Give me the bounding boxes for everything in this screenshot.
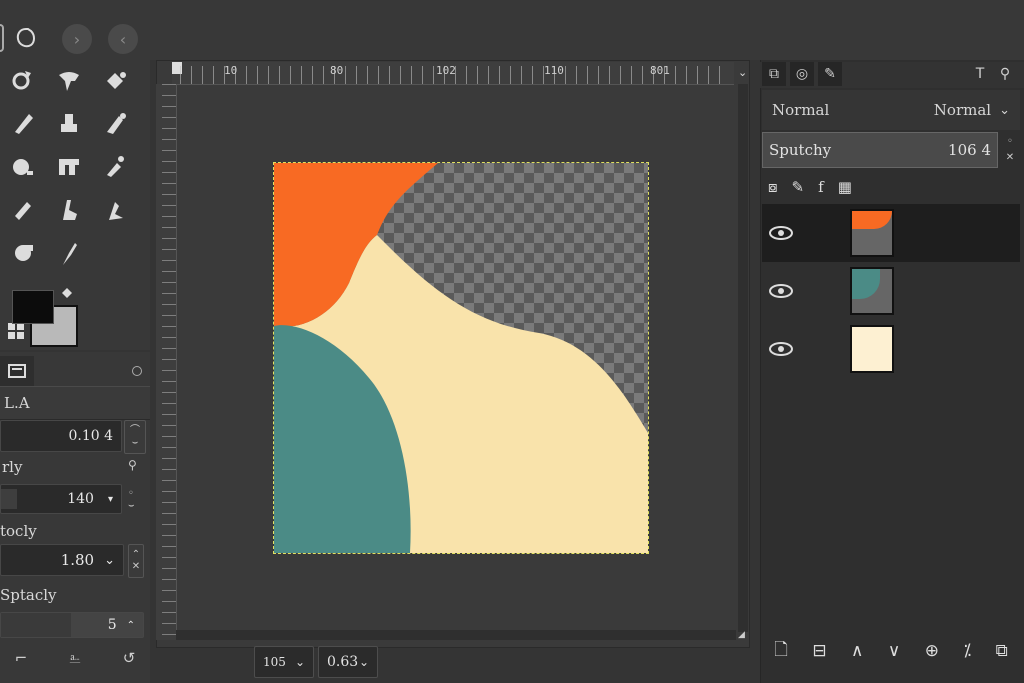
layer-row-cream[interactable]: [762, 320, 1020, 378]
option-field-3[interactable]: 1.80 ⌄: [0, 544, 124, 576]
paint-select-icon[interactable]: [52, 64, 86, 98]
artwork: [274, 163, 648, 553]
brush-icon[interactable]: [52, 236, 86, 270]
lock-position-icon[interactable]: f: [818, 178, 824, 196]
option-slider-4[interactable]: 5 ⌃: [0, 612, 144, 638]
heal-icon[interactable]: [52, 193, 86, 227]
layers-bottom-bar: 🗋 ⊟ ∧ ∨ ⊕ ⁒ ⧉: [762, 636, 1020, 666]
restore-preset-icon[interactable]: ⎁: [64, 648, 86, 668]
layer-group-icon[interactable]: ⊟: [812, 641, 826, 661]
option-label-3: tocly: [0, 522, 37, 540]
dock-menu-icon[interactable]: ⚲: [994, 62, 1016, 86]
delete-layer-icon[interactable]: ⧉: [996, 641, 1008, 661]
text-tab-icon[interactable]: T: [970, 62, 990, 86]
vertical-ruler[interactable]: [156, 84, 177, 640]
blend-icon[interactable]: [98, 193, 132, 227]
channels-tab-icon[interactable]: ◎: [790, 62, 814, 86]
save-preset-icon[interactable]: ⌐: [10, 648, 32, 668]
option-stepper-3[interactable]: ⌃ ✕: [128, 544, 144, 578]
zoom-select[interactable]: 0.63 ⌄: [318, 646, 378, 678]
option-stepper-1[interactable]: ⌒ ⌣: [124, 420, 146, 454]
layer-thumbnail: [850, 325, 894, 373]
ruler-mark-4: 110: [544, 64, 564, 77]
ruler-mark-1: 10: [224, 64, 238, 77]
clone-stamp-icon[interactable]: [52, 107, 86, 141]
opacity-label: Sputchy: [769, 141, 832, 159]
paths-tab-icon[interactable]: ✎: [818, 62, 842, 86]
transform-icon[interactable]: [52, 150, 86, 184]
back-button[interactable]: ‹: [108, 24, 138, 54]
visibility-eye-icon[interactable]: [766, 339, 796, 359]
option-value-3: 1.80: [60, 551, 95, 569]
top-bar: › ‹: [0, 0, 1024, 60]
lower-layer-icon[interactable]: ∨: [888, 641, 900, 661]
opacity-field[interactable]: Sputchy 106 4: [762, 132, 998, 168]
paint-bucket-icon[interactable]: [98, 64, 132, 98]
layer-thumbnail: [850, 267, 894, 315]
ruler-mark-2: 80: [330, 64, 344, 77]
mode-label: Normal: [772, 101, 830, 119]
lock-row: ⧇ ✎ f ▦: [762, 172, 1020, 202]
color-picker-icon[interactable]: [6, 236, 40, 270]
tool-options-title: L.A: [4, 394, 30, 412]
layers-tab-icon[interactable]: ⧉: [762, 62, 786, 86]
circle-tool-icon[interactable]: [14, 26, 38, 54]
opacity-value: 106 4: [948, 141, 991, 159]
vertical-scrollbar[interactable]: [738, 84, 748, 632]
mode-row[interactable]: Normal Normal ⌄: [762, 90, 1020, 130]
ruler-mark-3: 102: [436, 64, 456, 77]
tool-grid: [6, 64, 146, 270]
visibility-eye-icon[interactable]: [766, 223, 796, 243]
new-layer-icon[interactable]: 🗋: [774, 637, 788, 666]
option-field-1[interactable]: 0.10 4: [0, 420, 122, 452]
option-value-4: 5: [107, 617, 117, 633]
opacity-stepper[interactable]: ◦ ✕: [1002, 134, 1018, 168]
smudge-icon[interactable]: [6, 193, 40, 227]
navigate-icon[interactable]: ◢: [738, 630, 748, 640]
image-canvas[interactable]: [273, 162, 649, 554]
path-icon[interactable]: [98, 150, 132, 184]
visibility-eye-icon[interactable]: [766, 281, 796, 301]
raise-layer-icon[interactable]: ∧: [851, 641, 863, 661]
default-colors-icon[interactable]: [8, 323, 26, 341]
pencil-icon[interactable]: [6, 107, 40, 141]
panel-menu-icon[interactable]: [132, 366, 142, 376]
dock-tabs: ⧉ ◎ ✎ T ⚲: [760, 62, 1024, 88]
option-value-2: 140: [67, 491, 94, 507]
unit-select[interactable]: 105 ⌄: [254, 646, 314, 678]
zoom-value: 0.63: [327, 654, 359, 670]
panel-handle-icon[interactable]: [0, 24, 4, 52]
fuzzy-select-icon[interactable]: [6, 64, 40, 98]
layer-row-teal[interactable]: [762, 262, 1020, 320]
option-field-2[interactable]: 140 ▾: [0, 484, 122, 514]
layer-row-orange[interactable]: [762, 204, 1020, 262]
option-label-2: rly: [2, 458, 23, 476]
tool-options-bottom-bar: ⌐ ⎁ ↺: [10, 648, 140, 668]
option-label-4: Sptacly: [0, 586, 57, 604]
reset-options-icon[interactable]: ↺: [118, 648, 140, 668]
link-icon[interactable]: ⚲: [128, 458, 137, 472]
ruler-mark-5: 801: [650, 64, 670, 77]
merge-layer-icon[interactable]: ⁒: [963, 641, 971, 661]
ruler-menu-icon[interactable]: ⌄: [738, 66, 747, 79]
foreground-color-swatch[interactable]: [12, 290, 54, 324]
layer-thumbnail: [850, 209, 894, 257]
lock-alpha-icon[interactable]: ⧇: [768, 178, 778, 196]
forward-button[interactable]: ›: [62, 24, 92, 54]
dodge-burn-icon[interactable]: [6, 150, 40, 184]
lock-paint-icon[interactable]: ✎: [792, 178, 805, 196]
tool-options-tab[interactable]: [0, 356, 34, 386]
lock-all-icon[interactable]: ▦: [838, 178, 852, 196]
airbrush-icon[interactable]: [98, 107, 132, 141]
chevron-down-icon[interactable]: ⌄: [999, 103, 1010, 118]
unit-value: 105: [263, 655, 286, 669]
horizontal-scrollbar[interactable]: [176, 630, 736, 640]
anchor-layer-icon[interactable]: ⊕: [925, 641, 939, 661]
swap-colors-icon[interactable]: [60, 286, 74, 300]
mode-value: Normal: [933, 101, 992, 119]
option-stepper-2[interactable]: ◦ ⌣: [128, 488, 135, 512]
